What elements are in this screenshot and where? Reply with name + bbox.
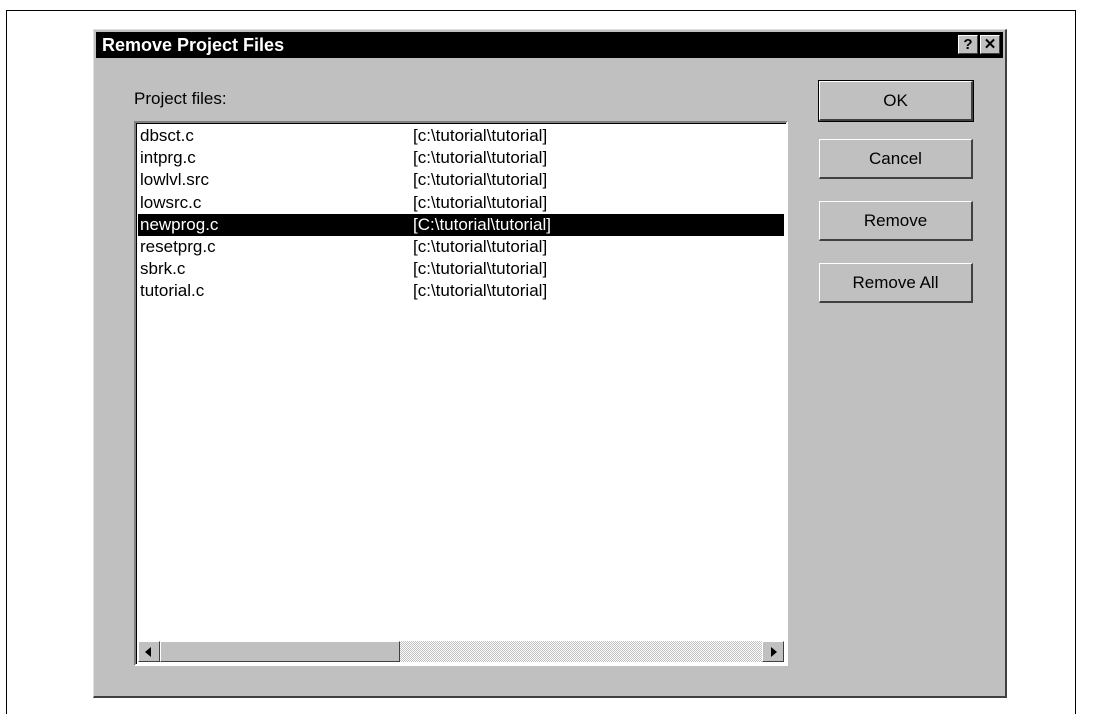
remove-all-button[interactable]: Remove All [819,263,973,303]
list-item[interactable]: lowsrc.c [c:\tutorial\tutorial] [138,192,784,214]
file-path: [c:\tutorial\tutorial] [413,192,548,212]
file-name: lowlvl.src [140,170,209,190]
file-name: resetprg.c [140,236,216,256]
ok-button[interactable]: OK [818,80,974,122]
list-item[interactable]: dbsct.c [c:\tutorial\tutorial] [138,125,784,147]
close-icon: ✕ [983,36,997,53]
file-name: dbsct.c [140,126,194,145]
file-path: [C:\tutorial\tutorial] [413,214,551,234]
file-path: [c:\tutorial\tutorial] [413,170,548,190]
project-files-list[interactable]: dbsct.c [c:\tutorial\tutorial] intprg.c [c:… [134,121,788,666]
file-name: lowsrc.c [140,192,202,212]
file-path: [c:\tutorial\tutorial] [413,281,548,301]
file-name: tutorial.c [140,281,205,301]
help-icon: ? [963,36,973,53]
scrollbar-thumb[interactable] [160,641,400,662]
scroll-right-button[interactable] [762,641,784,662]
remove-button[interactable]: Remove [819,201,973,241]
list-item[interactable]: tutorial.c [c:\tutorial\tutorial] [138,280,784,302]
right-arrow-icon [771,647,777,657]
close-button[interactable]: ✕ [980,35,1000,54]
list-item[interactable]: resetprg.c [c:\tutorial\tutorial] [138,236,784,258]
file-path: [c:\tutorial\tutorial] [413,126,548,145]
project-files-rows: dbsct.c [c:\tutorial\tutorial] intprg.c [c:… [138,125,784,303]
scroll-left-button[interactable] [138,641,160,662]
list-item[interactable]: sbrk.c [c:\tutorial\tutorial] [138,258,784,280]
cancel-button[interactable]: Cancel [819,139,973,179]
title-bar: Remove Project Files ? ✕ [96,32,1003,58]
left-arrow-icon [145,647,151,657]
project-files-label: Project files: [134,89,227,108]
horizontal-scrollbar[interactable] [138,641,784,662]
file-path: [c:\tutorial\tutorial] [413,148,548,168]
file-name: newprog.c [140,214,219,234]
file-name: sbrk.c [140,259,186,279]
dialog-title: Remove Project Files [102,35,285,55]
list-item[interactable]: lowlvl.src [c:\tutorial\tutorial] [138,169,784,191]
remove-project-files-dialog: Remove Project Files ? ✕ Project files: … [93,29,1007,698]
file-path: [c:\tutorial\tutorial] [413,236,548,256]
file-name: intprg.c [140,148,196,168]
list-item[interactable]: newprog.c [C:\tutorial\tutorial] [138,213,784,236]
help-button[interactable]: ? [958,35,978,54]
list-item[interactable]: intprg.c [c:\tutorial\tutorial] [138,147,784,169]
file-path: [c:\tutorial\tutorial] [413,259,548,279]
